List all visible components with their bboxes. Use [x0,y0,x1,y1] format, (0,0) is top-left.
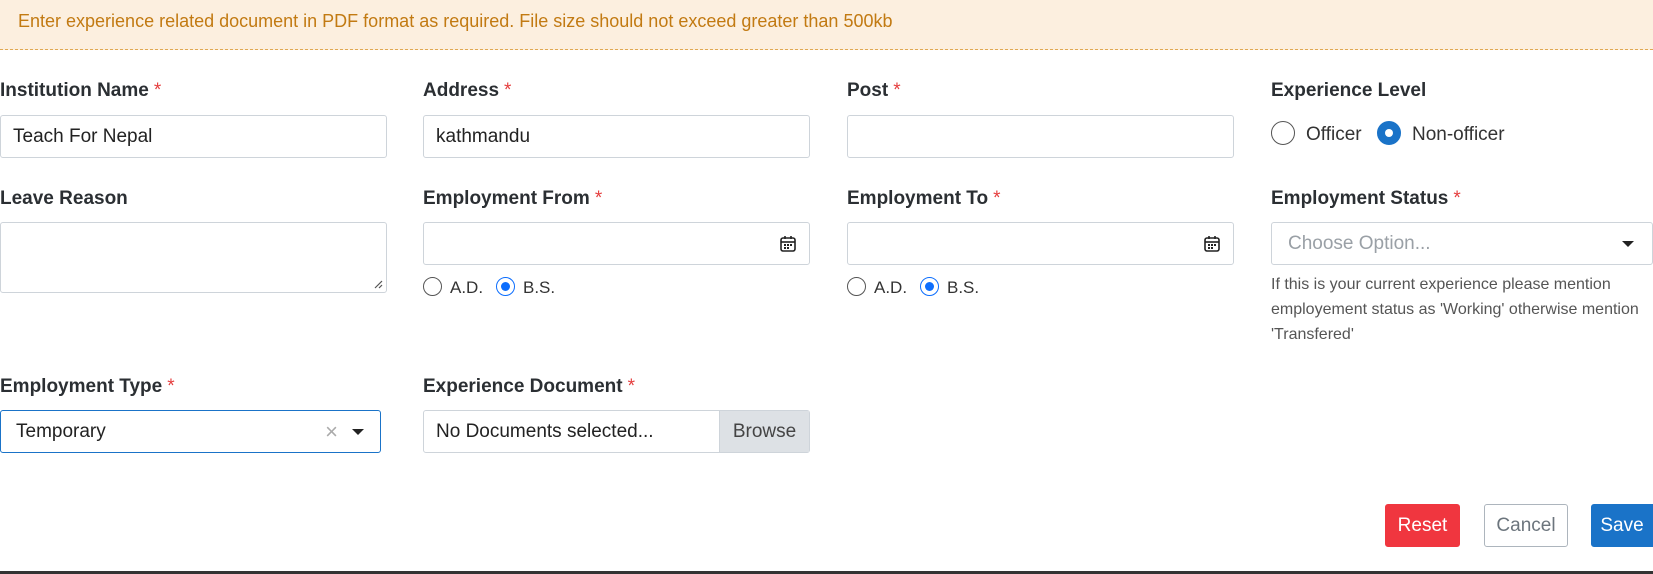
experience-document-file-input[interactable]: No Documents selected... Browse [423,410,810,453]
required-asterisk: * [627,376,635,397]
chevron-down-icon[interactable] [352,429,364,435]
file-name-text: No Documents selected... [436,421,654,442]
leave-reason-textarea[interactable] [0,222,387,293]
required-asterisk: * [167,376,175,397]
post-input[interactable] [847,115,1234,158]
experience-level-label: Experience Level [1271,80,1427,101]
calendar-icon[interactable] [1203,235,1221,253]
pdf-notice-banner: Enter experience related document in PDF… [0,0,1653,50]
address-input[interactable]: kathmandu [423,115,810,158]
employment-status-label: Employment Status * [1271,188,1461,209]
non-officer-radio-label[interactable]: Non-officer [1412,124,1505,146]
institution-name-input[interactable]: Teach For Nepal [0,115,387,158]
employment-status-placeholder: Choose Option... [1288,233,1431,254]
employment-from-ad-radio[interactable] [423,277,442,296]
cancel-button[interactable]: Cancel [1484,504,1568,547]
clear-icon[interactable]: × [325,411,338,452]
officer-radio[interactable] [1271,121,1295,145]
officer-radio-label[interactable]: Officer [1306,124,1362,146]
employment-from-date-input[interactable] [423,222,810,265]
post-label: Post * [847,80,901,101]
employment-from-ad-label[interactable]: A.D. [450,278,483,298]
non-officer-radio[interactable] [1377,121,1401,145]
employment-to-ad-label[interactable]: A.D. [874,278,907,298]
employment-from-bs-radio[interactable] [496,277,515,296]
employment-status-help: If this is your current experience pleas… [1271,276,1639,343]
reset-button[interactable]: Reset [1385,504,1460,547]
employment-from-bs-label[interactable]: B.S. [523,278,555,298]
required-asterisk: * [893,80,901,101]
required-asterisk: * [993,188,1001,209]
resize-grip-icon[interactable] [374,280,383,289]
leave-reason-label: Leave Reason [0,188,128,209]
required-asterisk: * [1453,188,1461,209]
employment-to-bs-radio[interactable] [920,277,939,296]
employment-from-label: Employment From * [423,188,603,209]
address-label: Address * [423,80,512,101]
calendar-icon[interactable] [779,235,797,253]
employment-to-ad-radio[interactable] [847,277,866,296]
save-button[interactable]: Save [1591,504,1653,547]
employment-status-select[interactable]: Choose Option... [1271,222,1653,265]
notice-text: Enter experience related document in PDF… [18,11,893,31]
employment-to-label: Employment To * [847,188,1001,209]
browse-button[interactable]: Browse [719,411,809,452]
required-asterisk: * [504,80,512,101]
employment-to-date-input[interactable] [847,222,1234,265]
chevron-down-icon[interactable] [1622,241,1634,247]
experience-document-label: Experience Document * [423,376,635,397]
employment-type-label: Employment Type * [0,376,175,397]
required-asterisk: * [153,80,162,101]
employment-to-bs-label[interactable]: B.S. [947,278,979,298]
required-asterisk: * [594,188,603,209]
employment-type-select[interactable]: Temporary × [0,410,381,453]
institution-name-label: Institution Name * [0,80,162,101]
